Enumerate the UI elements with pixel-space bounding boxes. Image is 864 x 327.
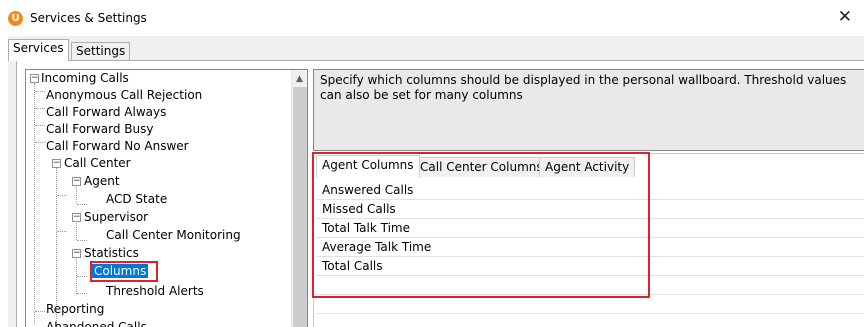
tree-connector bbox=[77, 240, 87, 241]
collapse-icon[interactable]: − bbox=[72, 249, 81, 258]
tree-item-incoming-calls[interactable]: Incoming Calls bbox=[41, 70, 129, 87]
tree-connector bbox=[34, 83, 35, 325]
tree-connector bbox=[57, 195, 67, 196]
tree-connector bbox=[77, 276, 87, 277]
close-icon[interactable]: ✕ bbox=[838, 7, 852, 27]
tree-connector bbox=[57, 231, 67, 232]
tree-item-call-forward-no-answer[interactable]: Call Forward No Answer bbox=[46, 138, 189, 155]
empty-row bbox=[316, 314, 864, 327]
highlight-box-columns bbox=[90, 261, 158, 282]
tree-connector bbox=[35, 108, 45, 109]
tab-agent-columns[interactable]: Agent Columns bbox=[316, 155, 420, 178]
tree-item-call-forward-busy[interactable]: Call Forward Busy bbox=[46, 121, 153, 138]
tree-scrollbar[interactable]: ▲ bbox=[291, 70, 307, 327]
scroll-thumb[interactable] bbox=[293, 87, 307, 327]
tree-item-acd-state[interactable]: ACD State bbox=[106, 191, 167, 208]
tree-connector bbox=[76, 220, 77, 240]
collapse-icon[interactable]: − bbox=[52, 159, 61, 168]
tree-item-supervisor[interactable]: Supervisor bbox=[84, 209, 148, 226]
services-tree: − − − − − Incoming Calls Anonymous Call … bbox=[25, 69, 308, 327]
collapse-icon[interactable]: − bbox=[30, 74, 39, 83]
tree-item-agent[interactable]: Agent bbox=[84, 173, 120, 190]
tree-item-reporting[interactable]: Reporting bbox=[46, 301, 104, 318]
tree-connector bbox=[35, 311, 45, 312]
window-title: Services & Settings bbox=[30, 11, 147, 25]
title-bar: U Services & Settings ✕ bbox=[0, 0, 864, 36]
tree-item-abandoned-calls[interactable]: Abandoned Calls bbox=[46, 319, 147, 327]
tree-item-call-center-monitoring[interactable]: Call Center Monitoring bbox=[106, 227, 241, 244]
tree-connector bbox=[77, 204, 87, 205]
tree-item-anonymous-call-rejection[interactable]: Anonymous Call Rejection bbox=[46, 87, 202, 104]
collapse-icon[interactable]: − bbox=[72, 213, 81, 222]
description-text: Specify which columns should be displaye… bbox=[313, 69, 864, 151]
tree-connector bbox=[76, 184, 77, 204]
tree-item-statistics[interactable]: Statistics bbox=[84, 245, 139, 262]
tab-settings[interactable]: Settings bbox=[71, 42, 131, 60]
columns-pane: Agent Columns Call Center Columns Agent … bbox=[312, 152, 864, 327]
tree-item-call-forward-always[interactable]: Call Forward Always bbox=[46, 104, 166, 121]
collapse-icon[interactable]: − bbox=[72, 177, 81, 186]
scroll-up-icon[interactable]: ▲ bbox=[296, 74, 303, 84]
app-icon: U bbox=[8, 11, 23, 26]
window-client-area: Services Settings − − − − − Incoming Cal… bbox=[8, 36, 864, 327]
services-panel: − − − − − Incoming Calls Anonymous Call … bbox=[16, 60, 864, 327]
tree-connector bbox=[35, 91, 45, 92]
tree-item-call-center[interactable]: Call Center bbox=[64, 155, 131, 172]
tree-connector bbox=[35, 125, 45, 126]
tree-connector bbox=[35, 142, 45, 143]
tab-services[interactable]: Services bbox=[8, 39, 69, 61]
tree-item-threshold-alerts[interactable]: Threshold Alerts bbox=[106, 283, 204, 300]
tree-connector bbox=[77, 293, 87, 294]
tree-connector bbox=[76, 256, 77, 294]
